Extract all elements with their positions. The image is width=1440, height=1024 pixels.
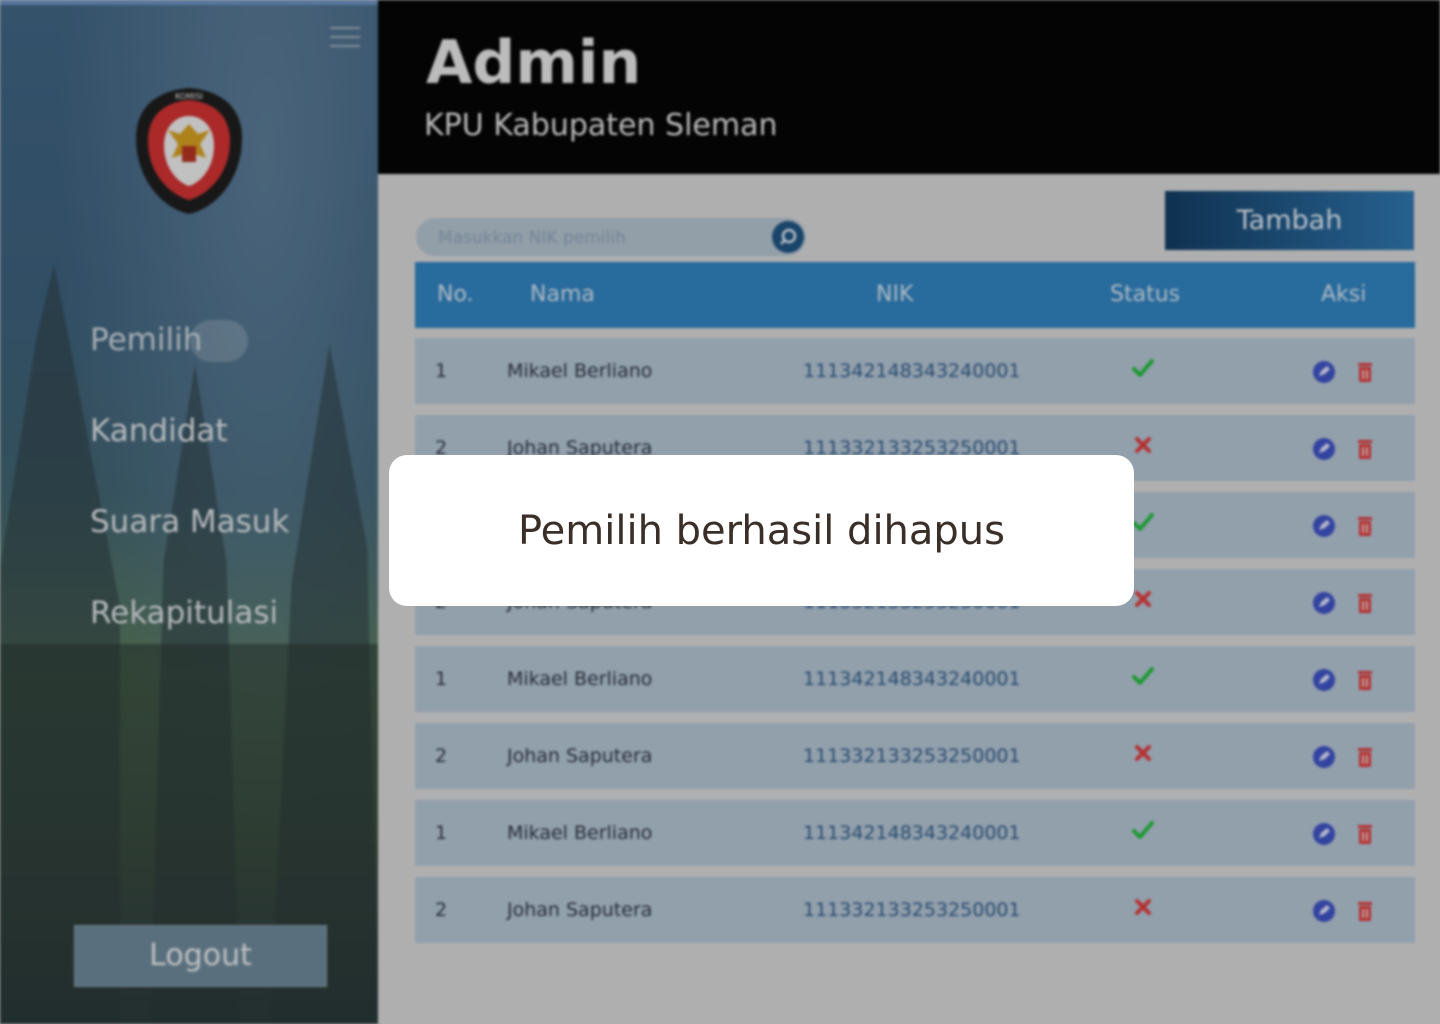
- modal-message: Pemilih berhasil dihapus: [517, 507, 1005, 554]
- notification-modal: Pemilih berhasil dihapus: [389, 455, 1134, 606]
